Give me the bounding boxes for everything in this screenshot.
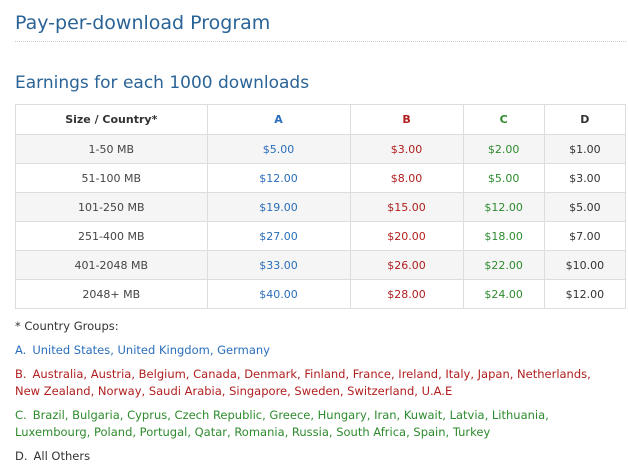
header-group-d: D	[543, 104, 627, 135]
size-cell: 401-2048 MB	[15, 250, 208, 280]
price-cell-a: $12.00	[206, 163, 351, 193]
price-cell-b: $8.00	[349, 163, 464, 193]
price-cell-d: $12.00	[543, 279, 627, 309]
price-cell-d: $5.00	[543, 192, 627, 222]
table-row: 51-100 MB $12.00 $8.00 $5.00 $3.00	[15, 163, 627, 193]
group-a-countries: United States, United Kingdom, Germany	[32, 343, 270, 357]
group-c-list: C. Brazil, Bulgaria, Cyprus, Czech Republ…	[15, 407, 615, 441]
price-cell-a: $33.00	[206, 250, 351, 280]
price-cell-d: $3.00	[543, 163, 627, 193]
price-cell-a: $40.00	[206, 279, 351, 309]
group-c-countries: Brazil, Bulgaria, Cyprus, Czech Republic…	[15, 408, 549, 439]
header-group-a: A	[206, 104, 351, 135]
table-row: 1-50 MB $5.00 $3.00 $2.00 $1.00	[15, 134, 627, 164]
table-row: 101-250 MB $19.00 $15.00 $12.00 $5.00	[15, 192, 627, 222]
price-cell-c: $22.00	[462, 250, 545, 280]
title-divider	[15, 41, 626, 42]
price-cell-b: $28.00	[349, 279, 464, 309]
group-d-list: D. All Others	[15, 448, 615, 465]
group-b-letter: B.	[15, 367, 27, 381]
price-cell-d: $10.00	[543, 250, 627, 280]
size-cell: 1-50 MB	[15, 134, 208, 164]
earnings-table: Size / Country* A B C D 1-50 MB $5.00 $3…	[15, 104, 627, 309]
group-d-letter: D.	[15, 449, 28, 463]
price-cell-a: $5.00	[206, 134, 351, 164]
table-row: 401-2048 MB $33.00 $26.00 $22.00 $10.00	[15, 250, 627, 280]
size-cell: 251-400 MB	[15, 221, 208, 251]
header-group-b: B	[349, 104, 464, 135]
price-cell-b: $26.00	[349, 250, 464, 280]
table-header-row: Size / Country* A B C D	[15, 104, 627, 135]
size-cell: 51-100 MB	[15, 163, 208, 193]
price-cell-a: $19.00	[206, 192, 351, 222]
size-cell: 2048+ MB	[15, 279, 208, 309]
price-cell-d: $7.00	[543, 221, 627, 251]
table-row: 251-400 MB $27.00 $20.00 $18.00 $7.00	[15, 221, 627, 251]
header-group-c: C	[462, 104, 545, 135]
group-d-countries: All Others	[33, 449, 91, 463]
price-cell-b: $15.00	[349, 192, 464, 222]
table-row: 2048+ MB $40.00 $28.00 $24.00 $12.00	[15, 279, 627, 309]
group-b-list: B. Australia, Austria, Belgium, Canada, D…	[15, 366, 615, 400]
country-groups: * Country Groups: A. United States, Unite…	[15, 318, 615, 472]
country-groups-note: * Country Groups:	[15, 319, 119, 333]
price-cell-b: $20.00	[349, 221, 464, 251]
price-cell-c: $5.00	[462, 163, 545, 193]
group-a-list: A. United States, United Kingdom, Germany	[15, 342, 615, 359]
group-b-countries: Australia, Austria, Belgium, Canada, Den…	[15, 367, 591, 398]
group-a-letter: A.	[15, 343, 27, 357]
price-cell-c: $18.00	[462, 221, 545, 251]
price-cell-c: $24.00	[462, 279, 545, 309]
price-cell-d: $1.00	[543, 134, 627, 164]
price-cell-c: $12.00	[462, 192, 545, 222]
price-cell-b: $3.00	[349, 134, 464, 164]
section-title: Earnings for each 1000 downloads	[15, 73, 310, 93]
header-size-country: Size / Country*	[15, 104, 208, 135]
price-cell-c: $2.00	[462, 134, 545, 164]
size-cell: 101-250 MB	[15, 192, 208, 222]
page-title: Pay-per-download Program	[15, 12, 271, 34]
group-c-letter: C.	[15, 408, 27, 422]
price-cell-a: $27.00	[206, 221, 351, 251]
